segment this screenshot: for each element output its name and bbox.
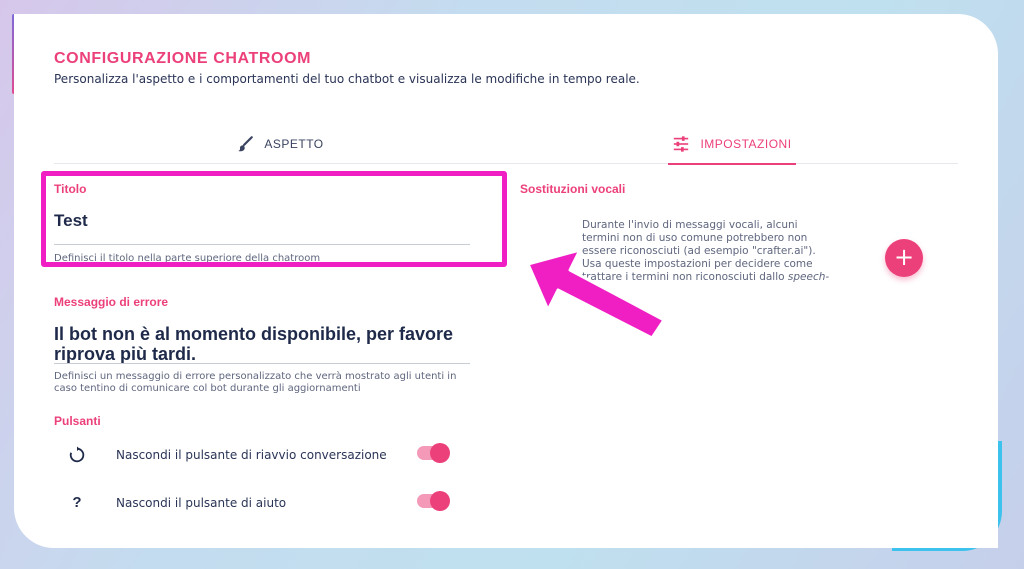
sostituzioni-label: Sostituzioni vocali — [520, 182, 626, 196]
page-subtitle: Personalizza l'aspetto e i comportamenti… — [54, 72, 640, 86]
settings-card: CONFIGURAZIONE CHATROOM Personalizza l'a… — [14, 14, 998, 548]
restart-toggle-label: Nascondi il pulsante di riavvio conversa… — [116, 448, 387, 462]
brush-icon — [238, 136, 254, 152]
question-icon: ? — [72, 494, 82, 511]
sliders-icon — [674, 136, 689, 152]
tab-bar: ASPETTO IMPOSTAZIONI — [54, 124, 958, 165]
restart-button-toggle-row: Nascondi il pulsante di riavvio conversa… — [54, 440, 454, 470]
pulsanti-label: Pulsanti — [54, 414, 101, 428]
annotation-arrow-icon — [526, 248, 666, 340]
restart-toggle-switch[interactable] — [417, 443, 450, 463]
toggle-knob — [430, 491, 450, 511]
errore-label: Messaggio di errore — [54, 295, 169, 309]
active-tab-indicator — [668, 163, 796, 165]
help-toggle-switch[interactable] — [417, 491, 450, 511]
tab-aspetto-label: ASPETTO — [264, 137, 324, 151]
tab-aspetto[interactable]: ASPETTO — [54, 124, 506, 164]
errore-value-line2: riprova più tardi. — [54, 344, 197, 364]
tab-impostazioni[interactable]: IMPOSTAZIONI — [506, 124, 958, 165]
sostituzioni-line5-italic: speech- — [787, 271, 830, 283]
errore-underline — [54, 363, 470, 364]
help-toggle-label: Nascondi il pulsante di aiuto — [116, 496, 287, 510]
add-substitution-button[interactable]: + — [885, 239, 923, 277]
errore-help-line1: Definisci un messaggio di errore persona… — [54, 371, 457, 382]
toggle-knob — [430, 443, 450, 463]
restart-icon — [68, 446, 86, 464]
help-button-toggle-row: ? Nascondi il pulsante di aiuto — [54, 488, 454, 518]
errore-help-line2: caso tentino di comunicare col bot duran… — [54, 383, 361, 394]
errore-value-line1: Il bot non è al momento disponibile, per… — [54, 324, 454, 344]
sostituzioni-line1: Durante l'invio di messaggi vocali, alcu… — [582, 219, 798, 231]
highlight-annotation-box — [41, 171, 507, 267]
tab-impostazioni-label: IMPOSTAZIONI — [700, 137, 792, 151]
page-title: CONFIGURAZIONE CHATROOM — [54, 50, 312, 67]
